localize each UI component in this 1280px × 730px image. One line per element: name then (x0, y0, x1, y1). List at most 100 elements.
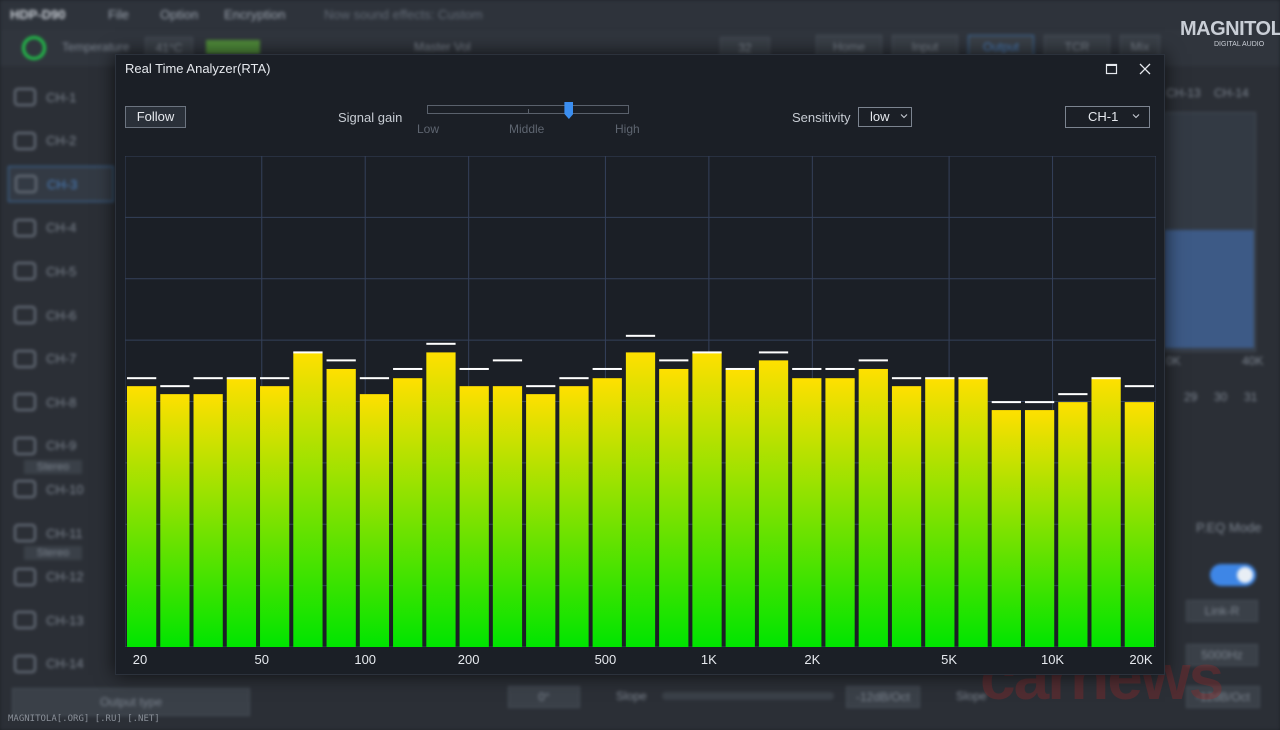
peak-marker (260, 377, 290, 380)
speaker-icon (14, 306, 36, 324)
menu-encryption[interactable]: Encryption (224, 7, 285, 22)
spectrum-bar (891, 386, 922, 647)
peak-marker (326, 359, 356, 362)
sensitivity-label: Sensitivity (792, 110, 851, 125)
band-number: 29 (1184, 390, 1198, 404)
speaker-icon (14, 393, 36, 412)
link-button[interactable]: Link-R (1186, 600, 1258, 622)
chevron-down-icon (1132, 114, 1140, 119)
x-axis: 20 50 100 200 500 1K 2K 5K 10K 20K (125, 652, 1156, 668)
peak-marker (492, 359, 523, 362)
power-icon[interactable] (22, 36, 46, 60)
speaker-icon (14, 654, 36, 673)
peak-marker (991, 401, 1021, 404)
spectrum-bar (792, 378, 822, 647)
dialog-titlebar[interactable]: Real Time Analyzer(RTA) (116, 55, 1164, 83)
x-tick-label: 200 (457, 652, 480, 667)
channel-item[interactable]: CH-6 (8, 297, 114, 333)
channel-item[interactable]: CH-3 (8, 166, 114, 203)
channel-label: CH-13 (46, 612, 84, 628)
spectrum-bar (925, 378, 955, 647)
stereo-badge: Stereo (24, 460, 82, 474)
right-freq-label: 0K (1166, 354, 1181, 368)
peak-marker (393, 367, 423, 370)
channel-item[interactable]: CH-10 (8, 471, 114, 507)
toggle-switch[interactable] (1210, 564, 1256, 586)
sound-effects-status: Now sound effects: Custom (324, 7, 483, 22)
peak-marker (1124, 385, 1154, 388)
output-type-button[interactable]: Output type (12, 688, 250, 716)
signal-gain-slider[interactable]: Low Middle High (417, 102, 640, 144)
app-title: HDP-D90 (10, 7, 66, 22)
gain-tick-high: High (615, 122, 640, 136)
channel-item[interactable]: CH-9 (8, 428, 114, 464)
channel-label: CH-10 (46, 481, 84, 497)
channel-item[interactable]: CH-8 (8, 384, 114, 420)
spectrum-bar (1124, 402, 1154, 647)
temperature-label: Temperature (62, 40, 130, 54)
peq-mode-label[interactable]: P.EQ Mode (1196, 520, 1262, 535)
slider-thumb[interactable] (564, 102, 574, 119)
peak-marker (359, 377, 390, 380)
spectrum-bar (725, 368, 755, 647)
spectrum-bar (659, 368, 689, 647)
slope-slider[interactable] (662, 692, 834, 700)
sensitivity-select[interactable]: low (858, 107, 912, 127)
right-eq-fill (1164, 230, 1254, 348)
spectrum-bar (359, 394, 390, 647)
speaker-icon (15, 175, 37, 194)
speaker-icon (14, 262, 36, 281)
peak-marker (858, 359, 888, 362)
speaker-icon (14, 131, 36, 150)
channel-item[interactable]: CH-12 (8, 559, 114, 595)
peak-marker (127, 377, 157, 380)
x-tick-label: 50 (254, 652, 269, 667)
menu-file[interactable]: File (108, 7, 129, 22)
spectrum-bar (127, 386, 157, 647)
x-tick-label: 2K (804, 652, 821, 667)
logo-subtitle: DIGITAL AUDIO (1214, 41, 1265, 48)
speaker-icon (14, 88, 36, 106)
channel-item[interactable]: CH-1 (8, 79, 114, 115)
peak-marker (825, 367, 855, 370)
close-icon[interactable] (1137, 61, 1153, 77)
channel-item[interactable]: CH-5 (8, 253, 114, 289)
dialog-title: Real Time Analyzer(RTA) (125, 61, 271, 76)
spectrum-bar (260, 386, 290, 647)
channel-select[interactable]: CH-1 (1065, 106, 1150, 128)
phase-field[interactable]: 0° (508, 686, 580, 708)
spectrum-bar (625, 352, 656, 647)
watermark-text: MAGNITOLA[.ORG] [.RU] [.NET] (8, 714, 160, 724)
sensitivity-value: low (870, 109, 890, 124)
slider-tick (528, 109, 529, 114)
channel-item[interactable]: CH-4 (8, 210, 114, 246)
right-channel-label: CH-14 (1214, 86, 1249, 100)
spectrum-bar (193, 394, 223, 647)
peak-marker (459, 367, 489, 370)
channel-item[interactable]: CH-2 (8, 123, 114, 159)
slope-value[interactable]: -12dB/Oct (846, 686, 920, 708)
magnitola-logo: MAGNITOLA (1180, 18, 1280, 40)
peak-marker (1091, 377, 1121, 380)
spectrum-bar (692, 352, 722, 647)
peak-marker (426, 342, 456, 345)
channel-label: CH-1 (46, 89, 77, 105)
signal-gain-label: Signal gain (338, 110, 403, 125)
spectrum-bar (858, 368, 888, 647)
follow-button[interactable]: Follow (125, 106, 186, 128)
menu-option[interactable]: Option (160, 7, 198, 22)
channel-label: CH-5 (46, 263, 77, 279)
spectrum-bar (758, 360, 789, 647)
channel-item[interactable]: CH-14 (8, 646, 114, 682)
channel-item[interactable]: CH-13 (8, 602, 114, 638)
channel-label: CH-4 (46, 220, 77, 236)
speaker-icon (14, 218, 36, 237)
maximize-icon[interactable] (1105, 62, 1119, 76)
spectrum-bar (393, 378, 423, 647)
channel-item[interactable]: CH-7 (8, 341, 114, 377)
rta-dialog: Real Time Analyzer(RTA) Follow Signal ga… (115, 54, 1165, 675)
menu-bar: HDP-D90 File Option Encryption Now sound… (0, 0, 1280, 30)
peak-marker (526, 385, 556, 388)
peak-marker (692, 351, 722, 354)
peak-marker (958, 377, 988, 380)
